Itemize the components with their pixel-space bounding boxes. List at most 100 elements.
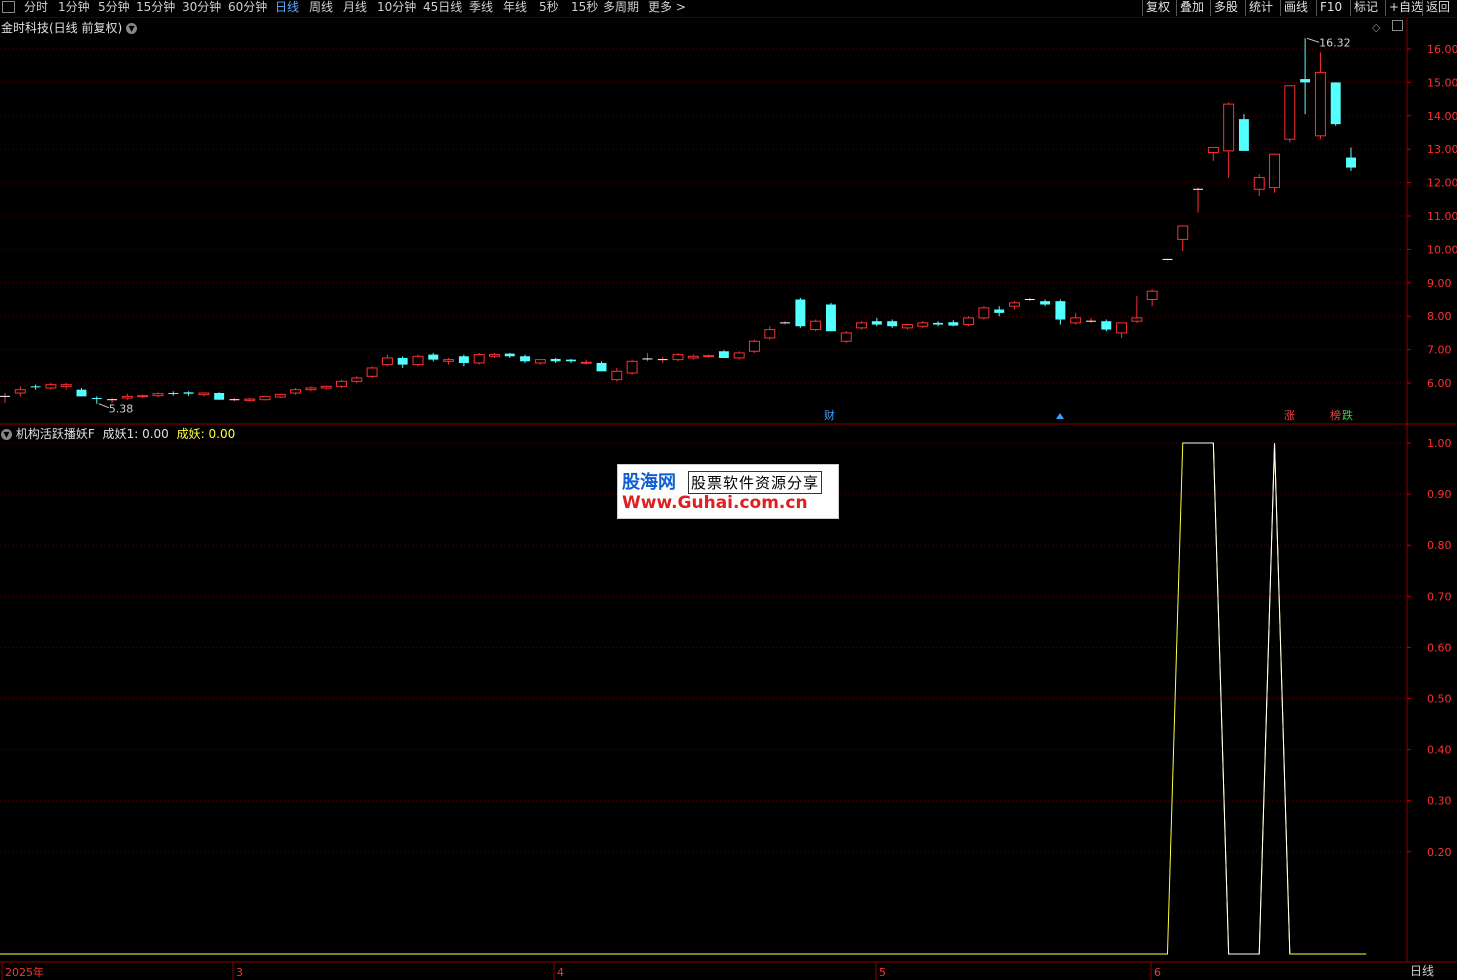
candle-body	[504, 353, 515, 357]
candle	[825, 302, 836, 332]
candle-body	[933, 322, 943, 325]
candle	[397, 356, 408, 368]
candle	[749, 339, 760, 353]
main-y-tick-label: 10.00	[1427, 243, 1457, 256]
candle	[1223, 102, 1235, 178]
candle-body	[443, 359, 455, 362]
candle	[994, 306, 1005, 317]
candle-body	[672, 354, 684, 361]
candle	[229, 398, 240, 402]
candle-body	[1009, 302, 1020, 307]
event-marker-3: 跌	[1342, 408, 1353, 422]
candle	[642, 352, 653, 362]
candle	[473, 352, 485, 365]
candle	[183, 391, 194, 396]
candle-body	[1314, 71, 1326, 137]
x-axis-label: 2025年	[5, 965, 44, 979]
candle	[1193, 187, 1204, 213]
candle	[14, 386, 26, 397]
candle-body	[1253, 177, 1265, 190]
candle	[1207, 147, 1219, 161]
candle	[1116, 322, 1128, 338]
candle-body	[351, 377, 363, 382]
candle	[1024, 297, 1035, 302]
candle	[887, 319, 898, 328]
candle	[780, 321, 791, 325]
candle	[1300, 38, 1311, 115]
candle-body	[596, 362, 607, 372]
low-pointer	[98, 403, 109, 409]
candle-body	[397, 357, 408, 365]
bottom-tab-daily[interactable]: 日线	[1410, 962, 1434, 979]
candle-body	[703, 355, 715, 358]
candle	[381, 354, 393, 367]
candle	[351, 376, 363, 383]
candle-body	[290, 389, 302, 394]
candle	[336, 379, 347, 389]
main-y-tick-label: 6.00	[1427, 377, 1452, 390]
event-triangle-icon	[1056, 413, 1064, 419]
main-y-tick-label: 9.00	[1427, 277, 1452, 290]
candle-body	[1269, 153, 1280, 189]
indicator-y-tick-label: 0.70	[1427, 590, 1452, 603]
high-price-label: 16.32	[1319, 36, 1351, 49]
candle-body	[520, 356, 531, 362]
candle-body	[1146, 290, 1158, 300]
candle	[948, 320, 959, 327]
candle-body	[30, 386, 41, 388]
watermark-brand: 股海网	[622, 472, 676, 493]
indicator-y-tick-label: 0.20	[1427, 846, 1452, 859]
main-y-tick-label: 12.00	[1427, 177, 1457, 190]
candle-body	[963, 317, 975, 326]
candle	[214, 392, 225, 400]
x-axis-label: 5	[879, 966, 886, 979]
candle	[91, 396, 102, 404]
indicator-y-tick-label: 0.50	[1427, 693, 1452, 706]
candle	[274, 393, 286, 399]
candle	[657, 356, 668, 363]
candle-body	[366, 367, 378, 377]
indicator-y-tick-label: 1.00	[1427, 437, 1452, 450]
candle	[458, 354, 469, 367]
candle-body	[1116, 322, 1128, 334]
candle	[1131, 296, 1143, 323]
main-y-tick-label: 14.00	[1427, 110, 1457, 123]
candle	[565, 358, 576, 363]
candle	[1330, 82, 1341, 126]
candle-body	[901, 324, 913, 329]
candle-body	[259, 395, 271, 401]
candle	[672, 352, 684, 362]
candle	[152, 392, 164, 398]
candle	[366, 366, 378, 378]
candle-body	[1101, 321, 1112, 330]
candle-body	[91, 398, 102, 400]
candle-body	[887, 321, 898, 327]
main-y-tick-label: 7.00	[1427, 344, 1452, 357]
candle-body	[534, 359, 546, 364]
watermark-subtitle: 股票软件资源分享	[688, 471, 823, 494]
candle	[1009, 301, 1020, 310]
x-axis-label: 4	[557, 966, 564, 979]
candle-body	[1070, 317, 1082, 324]
event-marker-1: 涨	[1284, 409, 1295, 422]
candle-body	[1330, 82, 1341, 125]
high-pointer	[1306, 37, 1320, 43]
candle-body	[611, 370, 623, 381]
candle-body	[948, 322, 959, 326]
indicator-y-tick-label: 0.60	[1427, 641, 1452, 654]
candle	[626, 359, 638, 375]
main-y-tick-label: 15.00	[1427, 76, 1457, 89]
candle	[0, 393, 10, 404]
candle-body	[856, 322, 868, 329]
candle	[305, 386, 317, 392]
candle-body	[795, 299, 806, 327]
candle	[871, 317, 882, 327]
candle-body	[1207, 147, 1219, 154]
candle-body	[45, 384, 57, 389]
candle-body	[473, 354, 485, 364]
candle-body	[626, 360, 638, 374]
candle-body	[810, 320, 822, 331]
indicator-y-tick-label: 0.30	[1427, 795, 1452, 808]
main-y-tick-label: 16.00	[1427, 43, 1457, 56]
candle-body	[550, 358, 561, 362]
